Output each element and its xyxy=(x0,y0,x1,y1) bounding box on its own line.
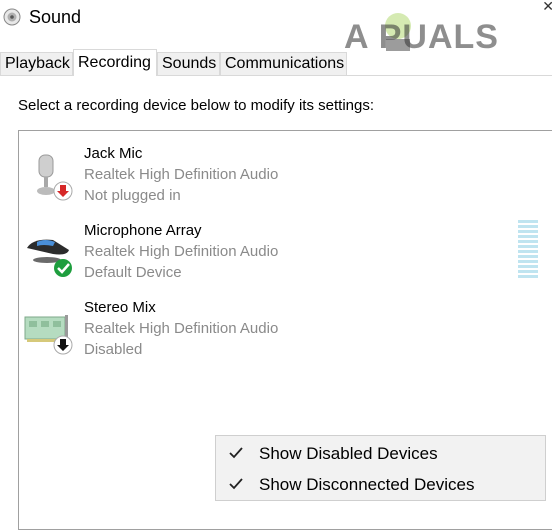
instruction-text: Select a recording device below to modif… xyxy=(18,97,375,114)
device-status: Not plugged in xyxy=(84,187,181,204)
device-status: Default Device xyxy=(84,264,182,281)
context-menu: Show Disabled Devices Show Disconnected … xyxy=(215,435,546,501)
menu-item-label: Show Disabled Devices xyxy=(259,444,438,463)
check-icon xyxy=(226,444,246,462)
device-driver: Realtek High Definition Audio xyxy=(84,320,279,337)
device-status: Disabled xyxy=(84,341,143,358)
level-meter xyxy=(518,220,538,278)
menu-item-label: Show Disconnected Devices xyxy=(259,475,475,494)
watermark-text: A PUALS xyxy=(344,18,499,56)
device-item-stereo-mix[interactable]: Stereo Mix Realtek High Definition Audio… xyxy=(19,299,539,369)
black-down-arrow-badge xyxy=(53,335,73,355)
device-driver: Realtek High Definition Audio xyxy=(84,166,279,183)
tab-sounds[interactable]: Sounds xyxy=(157,52,220,75)
window-title: Sound xyxy=(29,7,82,27)
green-check-badge xyxy=(54,259,72,277)
microphone-array-icon xyxy=(23,226,75,282)
check-icon xyxy=(226,475,246,493)
device-name: Jack Mic xyxy=(84,145,143,162)
microphone-icon xyxy=(23,149,75,205)
speaker-icon xyxy=(3,8,21,26)
red-down-arrow-badge xyxy=(53,181,73,201)
menu-item-show-disconnected-devices[interactable]: Show Disconnected Devices xyxy=(216,469,545,500)
device-item-jack-mic[interactable]: Jack Mic Realtek High Definition Audio N… xyxy=(19,145,539,215)
tab-recording[interactable]: Recording xyxy=(73,49,157,76)
device-item-microphone-array[interactable]: Microphone Array Realtek High Definition… xyxy=(19,222,539,292)
tab-playback[interactable]: Playback xyxy=(0,52,73,75)
menu-item-show-disabled-devices[interactable]: Show Disabled Devices xyxy=(216,438,545,469)
device-name: Stereo Mix xyxy=(84,299,156,316)
device-driver: Realtek High Definition Audio xyxy=(84,243,279,260)
sound-card-icon xyxy=(23,303,75,359)
device-name: Microphone Array xyxy=(84,222,202,239)
tab-communications[interactable]: Communications xyxy=(220,52,347,75)
